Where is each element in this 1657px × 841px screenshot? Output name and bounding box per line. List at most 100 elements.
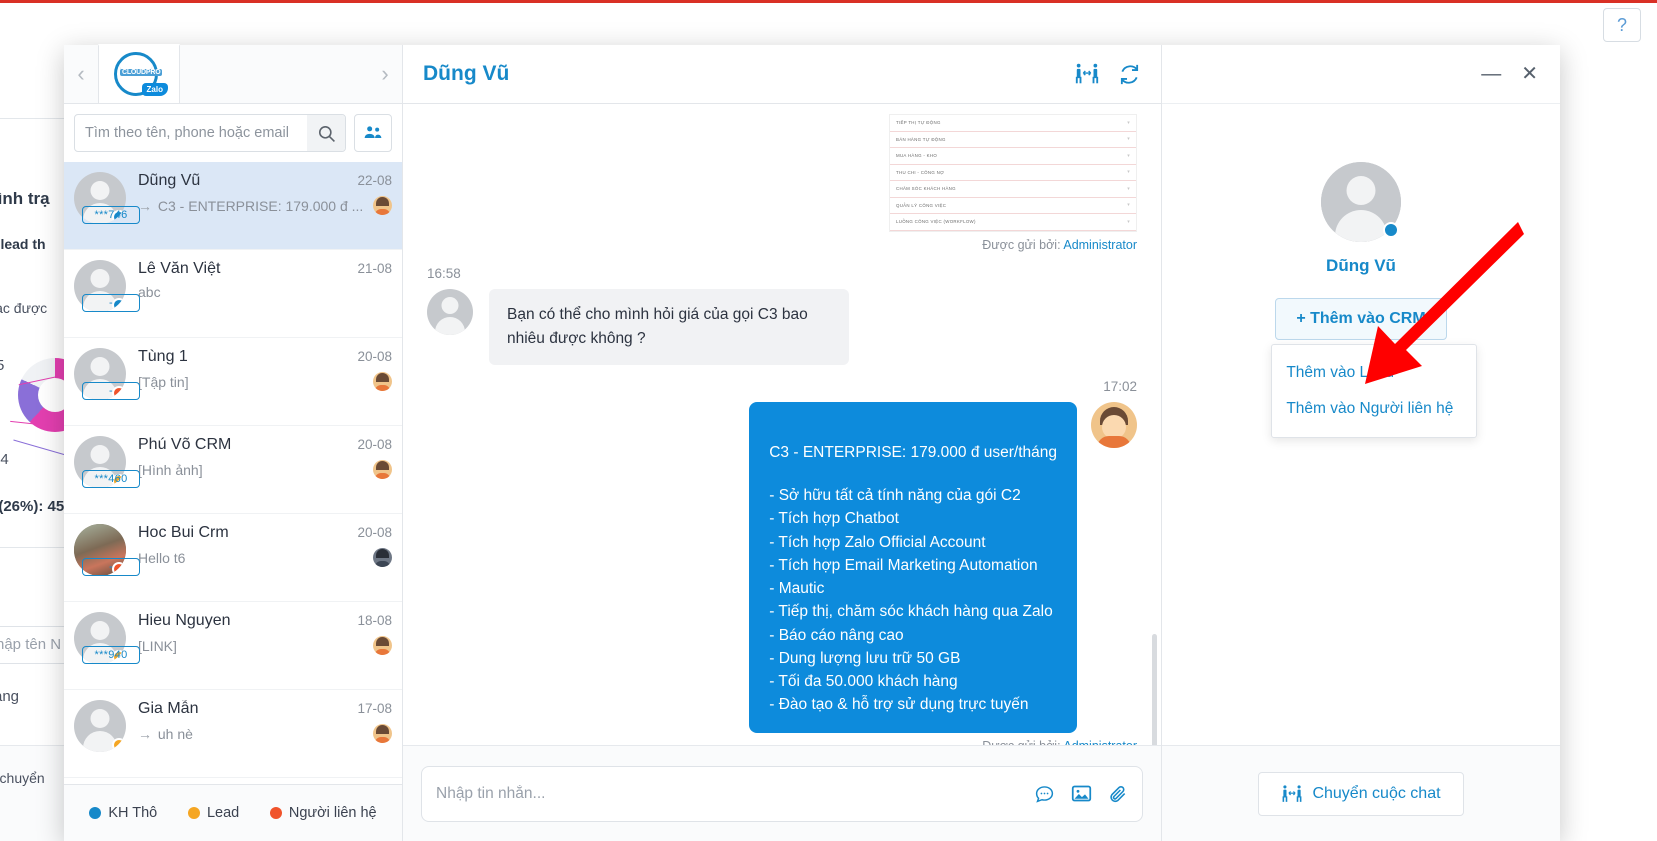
conversation-date: 21-08 [357,261,392,276]
conversation-bottom-row: [Tập tin] [138,372,392,391]
sent-by-prefix: Được gửi bởi: [982,739,1060,745]
crm-menu-item[interactable]: Thêm vào Người liên hệ [1272,391,1476,427]
chat-header: Dũng Vũ [403,45,1161,104]
conversation-date: 20-08 [357,437,392,452]
avatar-wrap: - [74,348,140,403]
conversation-snippet: [LINK] [138,638,365,654]
conversation-snippet: → uh nè [138,726,365,742]
conversation-item[interactable]: ***460 Phú Võ CRM 20-08 [Hình ảnh] [64,426,402,514]
legend-label: KH Thô [108,805,158,821]
top-red-strip [0,0,1657,3]
conversation-list[interactable]: ***746 Dũng Vũ 22-08 → C3 - ENTERPRISE: 179… [64,162,402,784]
conversation-item[interactable]: ***746 Dũng Vũ 22-08 → C3 - ENTERPRISE: 179… [64,162,402,250]
message-composer [403,745,1161,841]
thumbnail-table-row: QUẢN LÝ CÔNG VIỆC ▾ [890,198,1136,214]
prev-account-arrow-icon[interactable]: ‹ [64,45,98,103]
outgoing-timestamp: 17:02 [1103,378,1137,394]
add-to-crm-button[interactable]: + Thêm vào CRM [1275,298,1447,340]
background-value-3: : 4 [0,451,9,468]
thumbnail-table-row: BÁN HÀNG TỰ ĐỘNG ▾ [890,132,1136,148]
account-tab-cloudpro-zalo[interactable]: CLOUDPRO Zalo [98,44,180,103]
image-icon[interactable] [1071,783,1092,804]
conversation-item[interactable]: - Hoc Bui Crm 20-08 Hello t6 [64,514,402,602]
background-bottom-bar [0,745,70,841]
add-to-crm-label: Thêm vào CRM [1310,310,1426,327]
avatar [427,288,473,335]
thumbnail-row-label: TIẾP THỊ TỰ ĐỘNG [896,120,941,126]
background-text-lead: h lead th [0,236,46,252]
search-input[interactable] [75,115,307,151]
conversation-top-row: Gia Mẫn 17-08 [138,700,392,718]
search-box[interactable] [74,114,346,152]
legend-dot [89,807,102,819]
online-status-dot [1383,222,1399,238]
incoming-message-row: Bạn có thể cho mình hỏi giá của gọi C3 b… [427,288,1137,365]
composer-box[interactable] [421,765,1143,822]
assigned-agent-avatar [373,196,392,215]
avatar-wrap [74,700,126,755]
conversation-bottom-row: → uh nè [138,724,392,743]
legend-label: Lead [206,805,240,821]
transfer-chat-button[interactable]: Chuyển cuộc chat [1258,771,1464,816]
conversation-item[interactable]: - Lê Văn Việt 21-08 abc [64,250,402,338]
conversation-date: 17-08 [357,701,392,716]
conversation-date: 20-08 [357,525,392,540]
status-dot [112,738,126,752]
thumbnail-row-label: LUỒNG CÔNG VIỆC (WORKFLOW) [896,219,976,225]
thumbnail-table-row: MUA HÀNG - KHO ▾ [890,148,1136,165]
thumbnail-row-label: QUẢN LÝ CÔNG VIỆC [896,202,947,208]
snippet-text: [Tập tin] [138,373,189,390]
add-to-crm-dropdown-menu[interactable]: Thêm vào Lead Thêm vào Người liên hệ [1271,344,1478,438]
plus-icon: + [1296,310,1306,327]
background-text-customer: àng [0,688,20,705]
crm-menu-item[interactable]: Thêm vào Lead [1272,355,1476,391]
conversation-main: Gia Mẫn 17-08 → uh nè [126,700,392,755]
assigned-agent-avatar [373,372,392,391]
conversation-item[interactable]: - Tùng 1 20-08 [Tập tin] [64,338,402,426]
image-message-thumbnail[interactable]: TIẾP THỊ TỰ ĐỘNG ▾ BÁN HÀNG TỰ ĐỘNG ▾ MUA HÀ… [889,114,1137,232]
sent-by-prefix: Được gửi bởi: [982,237,1061,252]
snippet-text: [LINK] [138,637,177,654]
thumbnail-table-row: CHĂM SÓC KHÁCH HÀNG ▾ [890,181,1136,198]
next-account-arrow-icon[interactable]: › [368,45,402,103]
outgoing-message-row: C3 - ENTERPRISE: 179.000 đ user/tháng - S… [427,401,1137,733]
chevron-down-icon: ▾ [1127,185,1130,192]
assigned-agent-avatar [373,548,392,567]
attachment-icon[interactable] [1108,784,1128,804]
chat-contact-name: Dũng Vũ [423,62,510,85]
quick-reply-icon[interactable] [1034,783,1055,804]
sent-by-user[interactable]: Administrator [1063,739,1137,745]
conversation-item[interactable]: Gia Mẫn 17-08 → uh nè [64,690,402,778]
minimize-icon[interactable]: — [1481,64,1501,84]
conversation-bottom-row: [LINK] [138,636,392,655]
message-list[interactable]: TIẾP THỊ TỰ ĐỘNG ▾ BÁN HÀNG TỰ ĐỘNG ▾ MUA HÀ… [403,104,1161,745]
snippet-text: C3 - ENTERPRISE: 179.000 đ ... [157,197,364,214]
conversation-main: Hoc Bui Crm 20-08 Hello t6 [126,524,392,579]
conversation-bottom-row: [Hình ảnh] [138,460,392,479]
conversation-item[interactable]: ***940 Hieu Nguyen 18-08 [LINK] [64,602,402,690]
avatar-wrap: ***460 [74,436,140,491]
transfer-chat-icon[interactable] [1074,62,1100,86]
conversation-date: 18-08 [357,613,392,628]
transfer-chat-label: Chuyển cuộc chat [1312,784,1441,802]
refresh-icon[interactable] [1118,63,1141,86]
conversation-bottom-row: → C3 - ENTERPRISE: 179.000 đ ... [138,196,392,215]
conversation-sidebar: ‹ CLOUDPRO Zalo › Tìm theo tên, phone ho… [64,44,403,841]
panel-footer: Chuyển cuộc chat [1162,745,1560,841]
background-value-1: 5 [0,357,5,374]
conversation-main: Phú Võ CRM 20-08 [Hình ảnh] [126,436,392,491]
conversation-top-row: Dũng Vũ 22-08 [138,172,392,190]
zalo-chat-window: ‹ CLOUDPRO Zalo › Tìm theo tên, phone ho… [64,44,1560,841]
thumbnail-row-label: THU CHI - CÔNG NỢ [896,169,945,175]
close-icon[interactable]: ✕ [1521,64,1538,84]
search-icon[interactable] [307,115,345,151]
help-icon[interactable]: ? [1603,8,1641,42]
agent-avatar [1091,401,1137,448]
sent-by-user[interactable]: Administrator [1063,238,1137,252]
message-timestamp: 16:58 [427,265,461,281]
legend-item: KH Thô [89,805,157,821]
message-scrollbar[interactable] [1152,634,1157,745]
message-input[interactable] [436,784,1018,803]
group-contacts-icon[interactable] [354,114,392,152]
conversation-phone-tag: - [82,294,140,312]
